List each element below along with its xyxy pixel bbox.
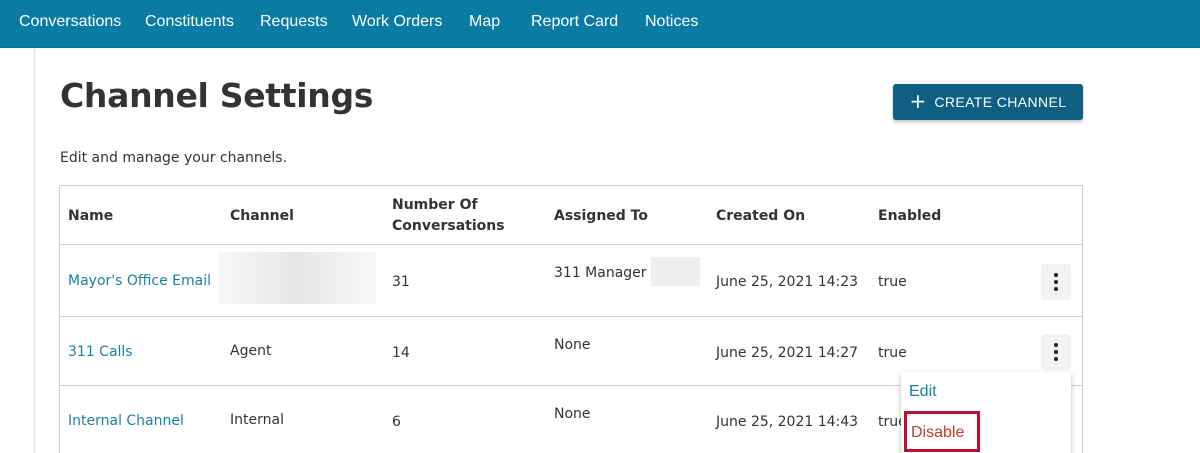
created-on: June 25, 2021 14:27 <box>716 345 859 361</box>
conversation-count: 31 <box>392 274 410 290</box>
create-channel-button[interactable]: + CREATE CHANNEL <box>893 84 1083 120</box>
conversation-count: 6 <box>392 414 401 430</box>
header-number-of-conversations: Number Of Conversations <box>392 195 505 237</box>
divider <box>60 316 1082 317</box>
row-actions-menu: Edit Disable <box>901 372 1071 453</box>
content-left-border <box>33 48 36 453</box>
channel-name-link[interactable]: 311 Calls <box>68 344 133 360</box>
create-channel-label: CREATE CHANNEL <box>934 94 1067 110</box>
conversation-count: 14 <box>392 345 410 361</box>
assigned-to: None <box>554 337 591 353</box>
more-vertical-icon <box>1054 273 1058 277</box>
enabled-value: true <box>878 345 907 361</box>
plus-icon: + <box>909 89 927 113</box>
nav-requests[interactable]: Requests <box>260 13 328 31</box>
header-number-of-line2: Conversations <box>392 218 505 234</box>
channel-name-link[interactable]: Internal Channel <box>68 413 184 429</box>
menu-item-edit[interactable]: Edit <box>909 383 937 401</box>
assigned-to: 311 Manager <box>554 265 647 281</box>
redacted-assignee <box>651 257 700 286</box>
assigned-to: None <box>554 406 591 422</box>
page-subtitle: Edit and manage your channels. <box>60 150 288 166</box>
header-enabled: Enabled <box>878 208 942 224</box>
more-vertical-icon-dot <box>1054 357 1058 361</box>
more-vertical-icon-dot <box>1054 287 1058 291</box>
header-channel: Channel <box>230 208 294 224</box>
nav-conversations[interactable]: Conversations <box>19 13 121 31</box>
row-menu-button[interactable] <box>1041 264 1071 300</box>
redacted-channel-value <box>218 252 376 304</box>
menu-item-disable[interactable]: Disable <box>904 411 980 452</box>
row-menu-button[interactable] <box>1041 334 1071 370</box>
nav-map[interactable]: Map <box>469 13 500 31</box>
nav-report-card[interactable]: Report Card <box>531 13 618 31</box>
header-created-on: Created On <box>716 208 806 224</box>
created-on: June 25, 2021 14:43 <box>716 414 859 430</box>
channel-name-link[interactable]: Mayor's Office Email <box>68 273 211 289</box>
more-vertical-icon-dot <box>1054 280 1058 284</box>
top-nav: Conversations Constituents Requests Work… <box>0 0 1200 48</box>
divider <box>60 244 1082 245</box>
header-name: Name <box>68 208 114 224</box>
nav-notices[interactable]: Notices <box>645 13 698 31</box>
channel-type: Agent <box>230 343 272 359</box>
more-vertical-icon <box>1054 343 1058 347</box>
channel-type: Internal <box>230 412 284 428</box>
header-number-of-line1: Number Of <box>392 197 478 213</box>
nav-work-orders[interactable]: Work Orders <box>352 13 442 31</box>
nav-constituents[interactable]: Constituents <box>145 13 234 31</box>
page-title: Channel Settings <box>60 76 374 115</box>
header-assigned-to: Assigned To <box>554 208 648 224</box>
enabled-value: true <box>878 274 907 290</box>
created-on: June 25, 2021 14:23 <box>716 274 859 290</box>
more-vertical-icon-dot <box>1054 350 1058 354</box>
